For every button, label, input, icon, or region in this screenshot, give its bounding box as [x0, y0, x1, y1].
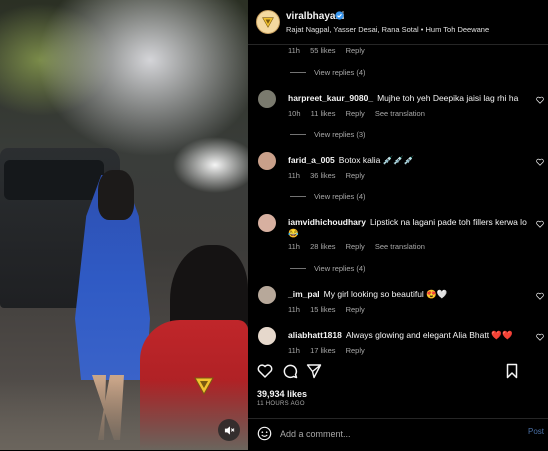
- mute-icon: [224, 425, 234, 435]
- comment-body: farid_a_005 Botox kalia 💉💉💉: [288, 155, 415, 166]
- comment-meta: 11h 55 likes Reply: [288, 46, 373, 55]
- comment-time: 11h: [288, 346, 300, 355]
- comment-likes[interactable]: 15 likes: [310, 305, 335, 314]
- reply-button[interactable]: Reply: [346, 346, 365, 355]
- heart-icon[interactable]: [536, 158, 544, 166]
- logo-icon: [262, 16, 274, 28]
- comment-username[interactable]: farid_a_005: [288, 155, 335, 165]
- comment-input[interactable]: [280, 427, 510, 441]
- view-replies-button[interactable]: View replies (4): [290, 192, 366, 201]
- woman-head: [98, 170, 134, 220]
- comment-time: 11h: [288, 305, 300, 314]
- reply-button[interactable]: Reply: [346, 46, 365, 55]
- reply-button[interactable]: Reply: [346, 305, 365, 314]
- comment-time: 11h: [288, 46, 300, 55]
- likes-count[interactable]: 39,934 likes: [257, 389, 307, 399]
- heart-icon[interactable]: [536, 96, 544, 104]
- comment-body: iamvidhichoudhary Lipstick na lagani pade…: [288, 217, 527, 227]
- emoji-icon[interactable]: [257, 426, 272, 441]
- avatar[interactable]: [256, 10, 280, 34]
- comment-meta: 10h 11 likes Reply See translation: [288, 109, 433, 118]
- video-player[interactable]: [0, 0, 248, 450]
- comment-text: Always glowing and elegant Alia Bhatt ❤️…: [345, 330, 513, 340]
- comment-username[interactable]: iamvidhichoudhary: [288, 217, 366, 227]
- comment-time: 11h: [288, 171, 300, 180]
- comment-time: 11h: [288, 242, 300, 251]
- comment-body: harpreet_kaur_9080_ Mujhe toh yeh Deepika…: [288, 93, 518, 103]
- avatar[interactable]: [258, 152, 276, 170]
- mute-button[interactable]: [218, 419, 240, 441]
- reply-button[interactable]: Reply: [346, 242, 365, 251]
- car-window: [4, 160, 104, 200]
- view-replies-button[interactable]: View replies (3): [290, 130, 366, 139]
- comment-meta: 11h 17 likes Reply: [288, 346, 373, 355]
- comment-likes[interactable]: 17 likes: [310, 346, 335, 355]
- heart-icon[interactable]: [257, 363, 273, 379]
- comments-list[interactable]: 11h 55 likes Reply View replies (4) harp…: [248, 44, 548, 360]
- comment-username[interactable]: harpreet_kaur_9080_: [288, 93, 373, 103]
- reply-button[interactable]: Reply: [346, 171, 365, 180]
- view-replies-button[interactable]: View replies (4): [290, 264, 366, 273]
- comment-likes[interactable]: 28 likes: [310, 242, 335, 251]
- avatar[interactable]: [258, 327, 276, 345]
- comment-text: My girl looking so beautiful 😍🤍: [323, 289, 448, 299]
- bookmark-icon[interactable]: [504, 363, 520, 379]
- post-header: viralbhayani Rajat Nagpal, Yasser Desai,…: [248, 0, 548, 45]
- view-replies-label: View replies (3): [314, 130, 366, 139]
- comment-likes[interactable]: 55 likes: [310, 46, 335, 55]
- comment-username[interactable]: aliabhatt1818: [288, 330, 342, 340]
- add-comment-bar: Post: [248, 418, 548, 451]
- verified-icon: [335, 11, 344, 20]
- heart-icon[interactable]: [536, 292, 544, 300]
- comment-likes[interactable]: 36 likes: [310, 171, 335, 180]
- comment-meta: 11h 15 likes Reply: [288, 305, 373, 314]
- comment-body: aliabhatt1818 Always glowing and elegant …: [288, 330, 513, 341]
- comment-body: _im_pal My girl looking so beautiful 😍🤍: [288, 289, 447, 300]
- reply-button[interactable]: Reply: [346, 109, 365, 118]
- avatar[interactable]: [258, 214, 276, 232]
- comment-meta: 11h 36 likes Reply: [288, 171, 373, 180]
- see-translation-button[interactable]: See translation: [375, 109, 425, 118]
- view-replies-label: View replies (4): [314, 68, 366, 77]
- post-comment-button[interactable]: Post: [528, 427, 544, 436]
- share-icon[interactable]: [306, 363, 322, 379]
- audio-credits[interactable]: Rajat Nagpal, Yasser Desai, Rana Sotal •…: [286, 25, 489, 34]
- avatar[interactable]: [258, 286, 276, 304]
- heart-icon[interactable]: [536, 333, 544, 341]
- comment-icon[interactable]: [282, 363, 298, 379]
- view-replies-label: View replies (4): [314, 192, 366, 201]
- comment-text: Botox kalia 💉💉💉: [338, 155, 415, 165]
- comment-emoji: 😂: [288, 228, 299, 238]
- avatar[interactable]: [258, 90, 276, 108]
- view-replies-button[interactable]: View replies (4): [290, 68, 366, 77]
- post-actions: [248, 360, 548, 384]
- posted-time[interactable]: 11 HOURS AGO: [257, 401, 305, 407]
- comment-likes[interactable]: 11 likes: [311, 109, 336, 118]
- comment-time: 10h: [288, 109, 301, 118]
- comment-text: Mujhe toh yeh Deepika jaisi lag rhi ha: [377, 93, 519, 103]
- comment-username[interactable]: _im_pal: [288, 289, 320, 299]
- see-translation-button[interactable]: See translation: [375, 242, 425, 251]
- view-replies-label: View replies (4): [314, 264, 366, 273]
- heart-icon[interactable]: [536, 220, 544, 228]
- logo-icon: [194, 377, 214, 395]
- comment-text: Lipstick na lagani pade toh fillers kerw…: [369, 217, 527, 227]
- comment-item: iamvidhichoudhary Lipstick na lagani pade…: [248, 214, 548, 238]
- post-panel: viralbhayani Rajat Nagpal, Yasser Desai,…: [248, 0, 548, 450]
- comment-meta: 11h 28 likes Reply See translation: [288, 242, 433, 251]
